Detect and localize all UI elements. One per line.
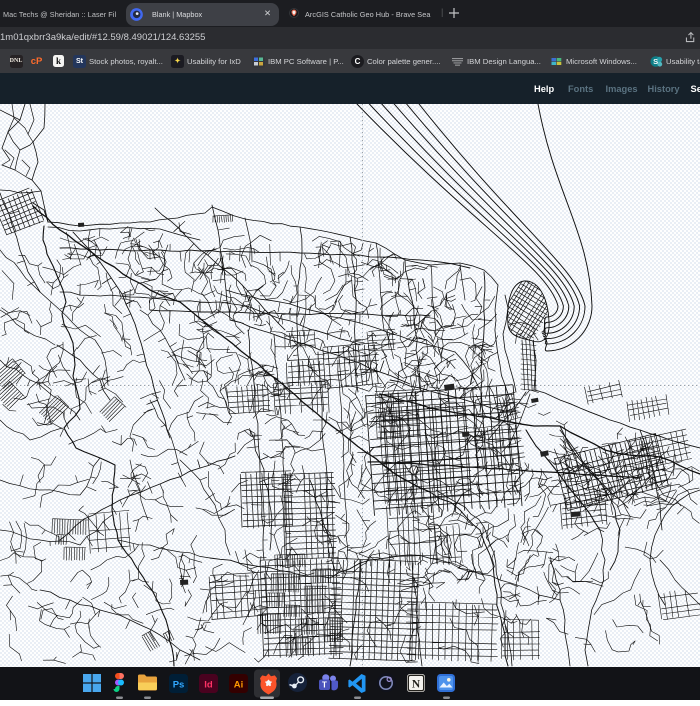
- svg-text:S: S: [653, 57, 658, 66]
- svg-text:Ps: Ps: [173, 680, 185, 691]
- svg-text:Ai: Ai: [234, 680, 244, 691]
- svg-text:Id: Id: [204, 680, 213, 691]
- svg-text:T: T: [322, 681, 327, 690]
- svg-text:N: N: [412, 679, 421, 691]
